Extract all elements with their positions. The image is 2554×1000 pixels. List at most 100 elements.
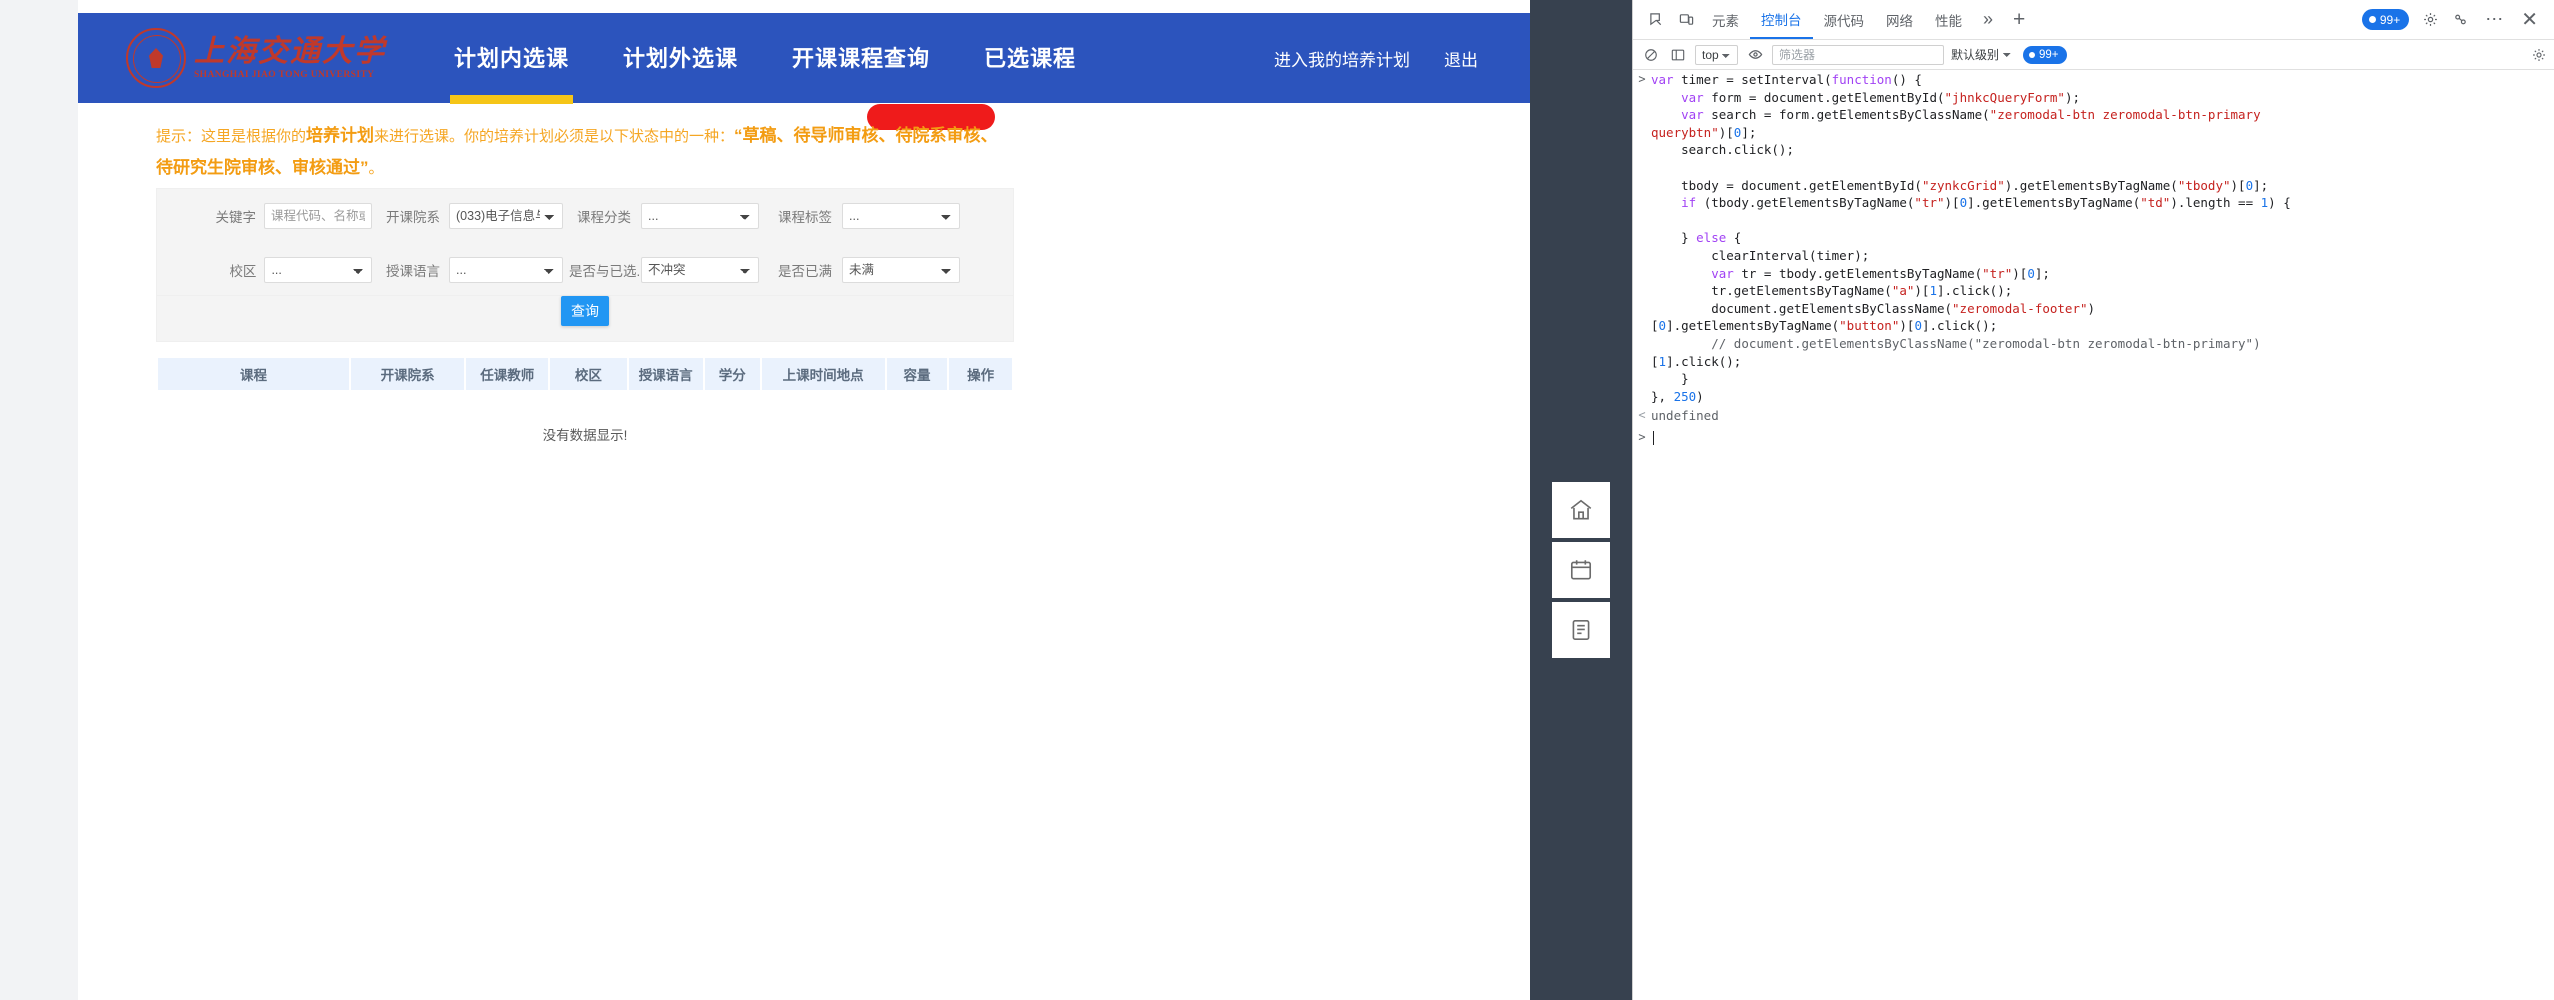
nav-item-plan-inside[interactable]: 计划内选课 — [449, 41, 574, 104]
select-language[interactable]: ... — [449, 257, 563, 283]
home-icon — [1570, 499, 1592, 520]
device-toolbar-button[interactable] — [1671, 6, 1701, 34]
field-label-campus: 校区 — [229, 264, 257, 279]
col-credits: 学分 — [704, 358, 760, 390]
tab-network[interactable]: 网络 — [1875, 0, 1924, 39]
console-input-code: var timer = setInterval(function() { var… — [1651, 72, 2291, 404]
document-icon — [1572, 619, 1590, 641]
live-expression-button[interactable] — [1745, 45, 1765, 65]
field-label-tag: 课程标签 — [778, 210, 832, 225]
select-category[interactable]: ... — [641, 203, 759, 229]
field-department: 开课院系 (033)电子信息与电气工程学院 — [372, 203, 569, 229]
rail-document-button[interactable] — [1552, 602, 1610, 658]
rail-home-button[interactable] — [1552, 482, 1610, 538]
brand-name-cn: 上海交通大学 — [194, 35, 386, 69]
sidebar-panel-icon — [1671, 49, 1685, 60]
field-full: 是否已满 未满 — [770, 257, 970, 283]
notice-prefix: 提示：这里是根据你的 — [156, 128, 307, 145]
console-level-select[interactable]: 默认级别 — [1951, 44, 2016, 65]
search-submit-button[interactable]: 查询 — [561, 296, 609, 326]
select-conflict[interactable]: 不冲突 — [641, 257, 759, 283]
university-seal-icon — [126, 28, 186, 88]
col-schedule: 上课时间地点 — [761, 358, 885, 390]
devtools-close-button[interactable]: ✕ — [2513, 10, 2546, 30]
results-table-body: 没有数据显示! — [158, 390, 1012, 474]
console-sidebar-toggle[interactable] — [1668, 45, 1688, 65]
tab-performance[interactable]: 性能 — [1924, 0, 1973, 39]
field-tag: 课程标签 ... — [770, 203, 970, 229]
search-input-keyword[interactable] — [264, 203, 372, 229]
nav-link-my-training-plan[interactable]: 进入我的培养计划 — [1274, 46, 1410, 71]
page-content: 上海交通大学 SHANGHAI JIAO TONG UNIVERSITY 计划内… — [78, 0, 1530, 1000]
browser-page-pane: 上海交通大学 SHANGHAI JIAO TONG UNIVERSITY 计划内… — [0, 0, 1632, 1000]
settings-button[interactable] — [2415, 6, 2445, 34]
console-toolbar: top 默认级别 99+ — [1633, 40, 2554, 70]
nav-link-logout[interactable]: 退出 — [1444, 46, 1478, 71]
console-gear-icon — [2533, 48, 2545, 61]
console-output-entry: < undefined — [1633, 406, 2554, 426]
issues-badge-top[interactable]: 99+ — [2361, 9, 2410, 30]
notice-quote-close: ” — [360, 158, 369, 177]
field-label-category: 课程分类 — [577, 210, 631, 225]
field-keyword: 关键字 — [157, 203, 372, 229]
console-text-caret — [1653, 430, 1654, 445]
results-table: 课程 开课院系 任课教师 校区 授课语言 学分 上课时间地点 容量 操作 没有数… — [156, 358, 1014, 474]
col-course: 课程 — [158, 358, 350, 390]
add-panel-button[interactable]: + — [2003, 9, 2035, 30]
tab-sources[interactable]: 源代码 — [1813, 0, 1876, 39]
col-language: 授课语言 — [628, 358, 703, 390]
issues-dot-icon — [2368, 16, 2376, 23]
console-filter-input[interactable] — [1772, 44, 1944, 65]
results-empty-row: 没有数据显示! — [158, 390, 1012, 474]
field-conflict: 是否与已选... 不冲突 — [569, 257, 770, 283]
devtools-overflow-button[interactable]: ⋯ — [2475, 9, 2513, 30]
inspect-element-button[interactable] — [1641, 6, 1671, 34]
col-action: 操作 — [949, 358, 1012, 390]
more-tabs-button[interactable]: » — [1973, 9, 2003, 30]
field-label-language: 授课语言 — [386, 264, 440, 279]
console-prompt-marker: > — [1638, 429, 1646, 444]
customize-icon — [2454, 14, 2466, 25]
devtools-menu-button[interactable] — [2445, 6, 2475, 34]
gear-icon — [2423, 13, 2437, 26]
issues-pill-count: 99+ — [2039, 48, 2059, 61]
clear-console-button[interactable] — [1641, 45, 1661, 65]
devtools-panel: 元素 控制台 源代码 网络 性能 » + 99+ ⋯ ✕ top 筛选器 默认级… — [1632, 0, 2554, 1000]
issues-pill[interactable]: 99+ — [2023, 45, 2067, 64]
device-toggle-icon — [1679, 14, 1693, 25]
console-prompt[interactable]: > — [1633, 426, 2554, 448]
console-input-marker: > — [1638, 72, 1646, 86]
nav-item-plan-outside[interactable]: 计划外选课 — [623, 41, 738, 75]
console-output-marker: < — [1638, 408, 1646, 423]
select-tag[interactable]: ... — [842, 203, 960, 229]
brand-text: 上海交通大学 SHANGHAI JIAO TONG UNIVERSITY — [194, 36, 386, 80]
execution-context-select[interactable]: top — [1695, 44, 1738, 65]
tab-elements[interactable]: 元素 — [1701, 0, 1750, 39]
field-label-department: 开课院系 — [386, 210, 440, 225]
primary-nav: 计划内选课 计划外选课 开课课程查询 已选课程 — [449, 41, 1076, 104]
select-full[interactable]: 未满 — [842, 257, 960, 283]
plan-notice: 提示：这里是根据你的培养计划来进行选课。你的培养计划必须是以下状态中的一种：“草… — [156, 120, 1608, 184]
site-brand: 上海交通大学 SHANGHAI JIAO TONG UNIVERSITY — [126, 28, 426, 88]
eye-icon — [1748, 50, 1762, 59]
devtools-topbar: 元素 控制台 源代码 网络 性能 » + 99+ ⋯ ✕ — [1633, 0, 2554, 40]
select-campus[interactable]: ... — [264, 257, 372, 283]
col-teacher: 任课教师 — [466, 358, 549, 390]
notice-states-line-2: 待研究生院审核、审核通过 — [156, 158, 360, 177]
rail-calendar-button[interactable] — [1552, 542, 1610, 598]
nav-item-selected-courses[interactable]: 已选课程 — [984, 41, 1076, 75]
results-header-row: 课程 开课院系 任课教师 校区 授课语言 学分 上课时间地点 容量 操作 — [158, 358, 1012, 390]
console-output[interactable]: > var timer = setInterval(function() { v… — [1633, 70, 2554, 1000]
search-form-row-1: 关键字 开课院系 (033)电子信息与电气工程学院 课程分类 ... — [157, 189, 1013, 243]
plan-notice-line-2: 待研究生院审核、审核通过”。 — [156, 152, 1608, 184]
nav-item-course-query[interactable]: 开课课程查询 — [792, 41, 930, 75]
page-left-gutter — [0, 0, 78, 1000]
clear-console-icon — [1645, 48, 1657, 61]
col-capacity: 容量 — [886, 358, 948, 390]
select-department[interactable]: (033)电子信息与电气工程学院 — [449, 203, 563, 229]
tab-console[interactable]: 控制台 — [1750, 0, 1813, 39]
site-navbar: 上海交通大学 SHANGHAI JIAO TONG UNIVERSITY 计划内… — [78, 13, 1530, 104]
screenshot-root: 上海交通大学 SHANGHAI JIAO TONG UNIVERSITY 计划内… — [0, 0, 2554, 1000]
brand-name-en: SHANGHAI JIAO TONG UNIVERSITY — [194, 69, 375, 80]
console-settings-button[interactable] — [2532, 48, 2546, 62]
